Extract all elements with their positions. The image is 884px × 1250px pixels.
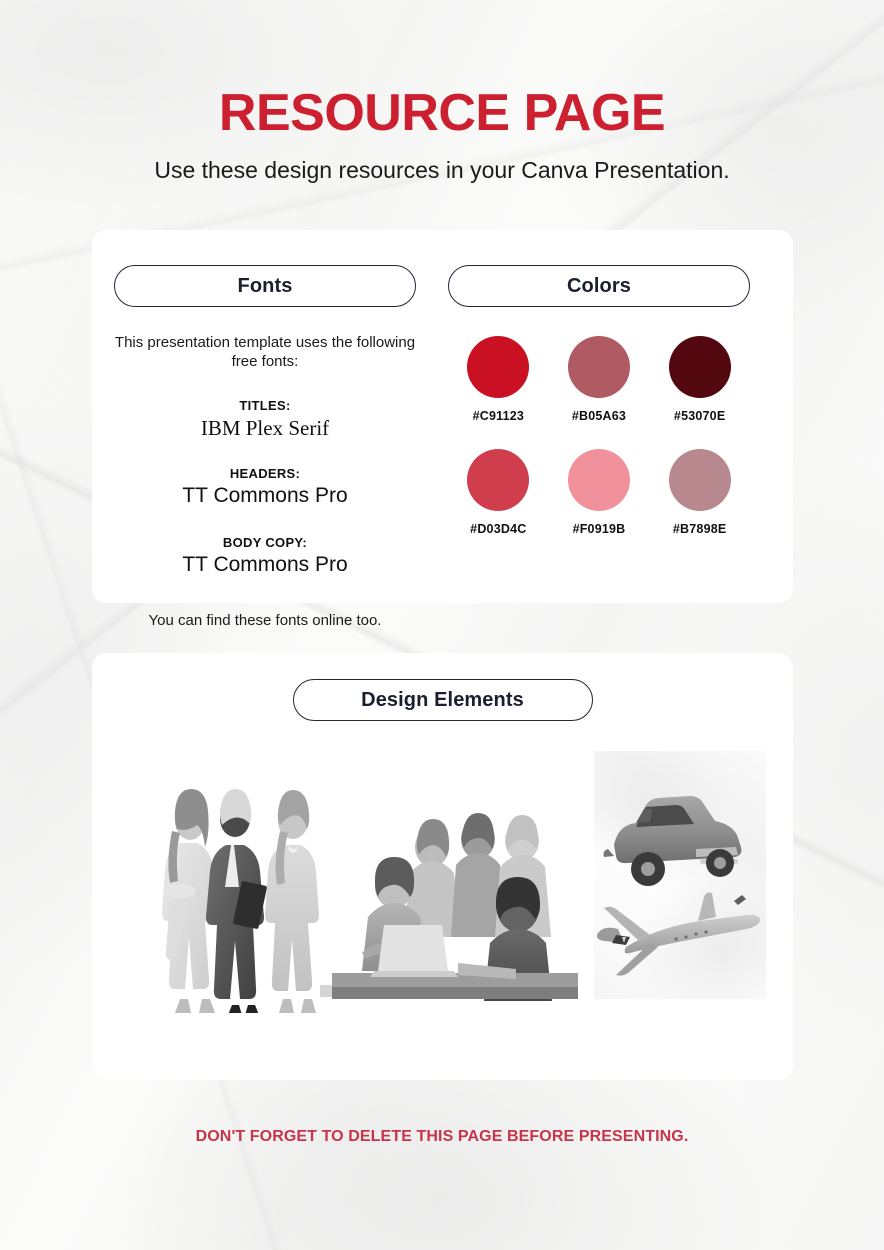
three-people-walking-photo — [134, 773, 346, 1013]
fonts-colors-columns: Fonts This presentation template uses th… — [92, 230, 793, 629]
design-elements-card: Design Elements — [92, 653, 793, 1080]
colors-column: Colors #C91123 #B05A63 #53070E #D03D4C #… — [448, 265, 750, 629]
color-swatch-dot — [467, 449, 530, 511]
font-entry-titles-name: IBM Plex Serif — [200, 415, 330, 440]
resource-page: RESOURCE PAGE Use these design resources… — [0, 0, 884, 1250]
color-swatch-dot — [467, 336, 530, 398]
color-swatch-dot — [668, 449, 731, 511]
color-swatch-item: #B05A63 — [567, 336, 630, 423]
color-swatch-hex-label: #C91123 — [472, 409, 525, 423]
color-swatch-item: #F0919B — [567, 449, 630, 536]
font-entry-titles: TITLES: IBM Plex Serif — [114, 398, 416, 441]
colors-heading-pill: Colors — [448, 265, 750, 307]
color-swatch-item: #53070E — [668, 336, 731, 423]
design-elements-gallery — [92, 751, 793, 1021]
fonts-intro-text: This presentation template uses the foll… — [114, 334, 416, 370]
colors-heading-label: Colors — [567, 274, 631, 297]
color-swatch-item: #D03D4C — [467, 449, 530, 536]
page-title: RESOURCE PAGE — [218, 84, 666, 142]
design-heading-row: Design Elements — [92, 653, 793, 721]
delete-page-warning: DON'T FORGET TO DELETE THIS PAGE BEFORE … — [195, 1128, 689, 1145]
color-swatch-hex-label: #F0919B — [572, 522, 626, 536]
design-elements-heading-label: Design Elements — [361, 688, 524, 711]
font-entry-headers-name: TT Commons Pro — [182, 484, 348, 508]
font-entry-body-copy-name: TT Commons Pro — [182, 553, 348, 577]
page-header: RESOURCE PAGE Use these design resources… — [0, 0, 884, 184]
color-swatch-dot — [668, 336, 731, 398]
page-subtitle: Use these design resources in your Canva… — [154, 156, 730, 183]
color-swatch-hex-label: #B7898E — [672, 522, 727, 536]
color-swatch-hex-label: #D03D4C — [470, 522, 527, 536]
team-around-laptop-photo — [322, 813, 578, 1013]
font-entry-headers: HEADERS: TT Commons Pro — [114, 466, 416, 509]
fonts-heading-label: Fonts — [237, 274, 293, 297]
fonts-heading-pill: Fonts — [114, 265, 416, 307]
design-elements-heading-pill: Design Elements — [292, 679, 593, 721]
fonts-footnote-text: You can find these fonts online too. — [148, 611, 382, 629]
color-swatch-item: #B7898E — [668, 449, 731, 536]
color-swatch-hex-label: #53070E — [673, 409, 726, 423]
font-entry-titles-label: TITLES: — [239, 397, 291, 413]
font-entry-body-copy: BODY COPY: TT Commons Pro — [114, 535, 416, 578]
color-swatch-hex-label: #B05A63 — [571, 409, 627, 423]
font-entry-body-copy-label: BODY COPY: — [222, 535, 308, 551]
color-swatch-grid: #C91123 #B05A63 #53070E #D03D4C #F0919B … — [448, 336, 750, 536]
fonts-and-colors-card: Fonts This presentation template uses th… — [92, 230, 793, 629]
font-entry-headers-label: HEADERS: — [229, 466, 301, 482]
fonts-column: Fonts This presentation template uses th… — [114, 265, 416, 629]
color-swatch-dot — [567, 336, 630, 398]
vintage-car-and-airplane-photo — [594, 751, 766, 999]
color-swatch-dot — [567, 449, 630, 511]
color-swatch-item: #C91123 — [467, 336, 530, 423]
